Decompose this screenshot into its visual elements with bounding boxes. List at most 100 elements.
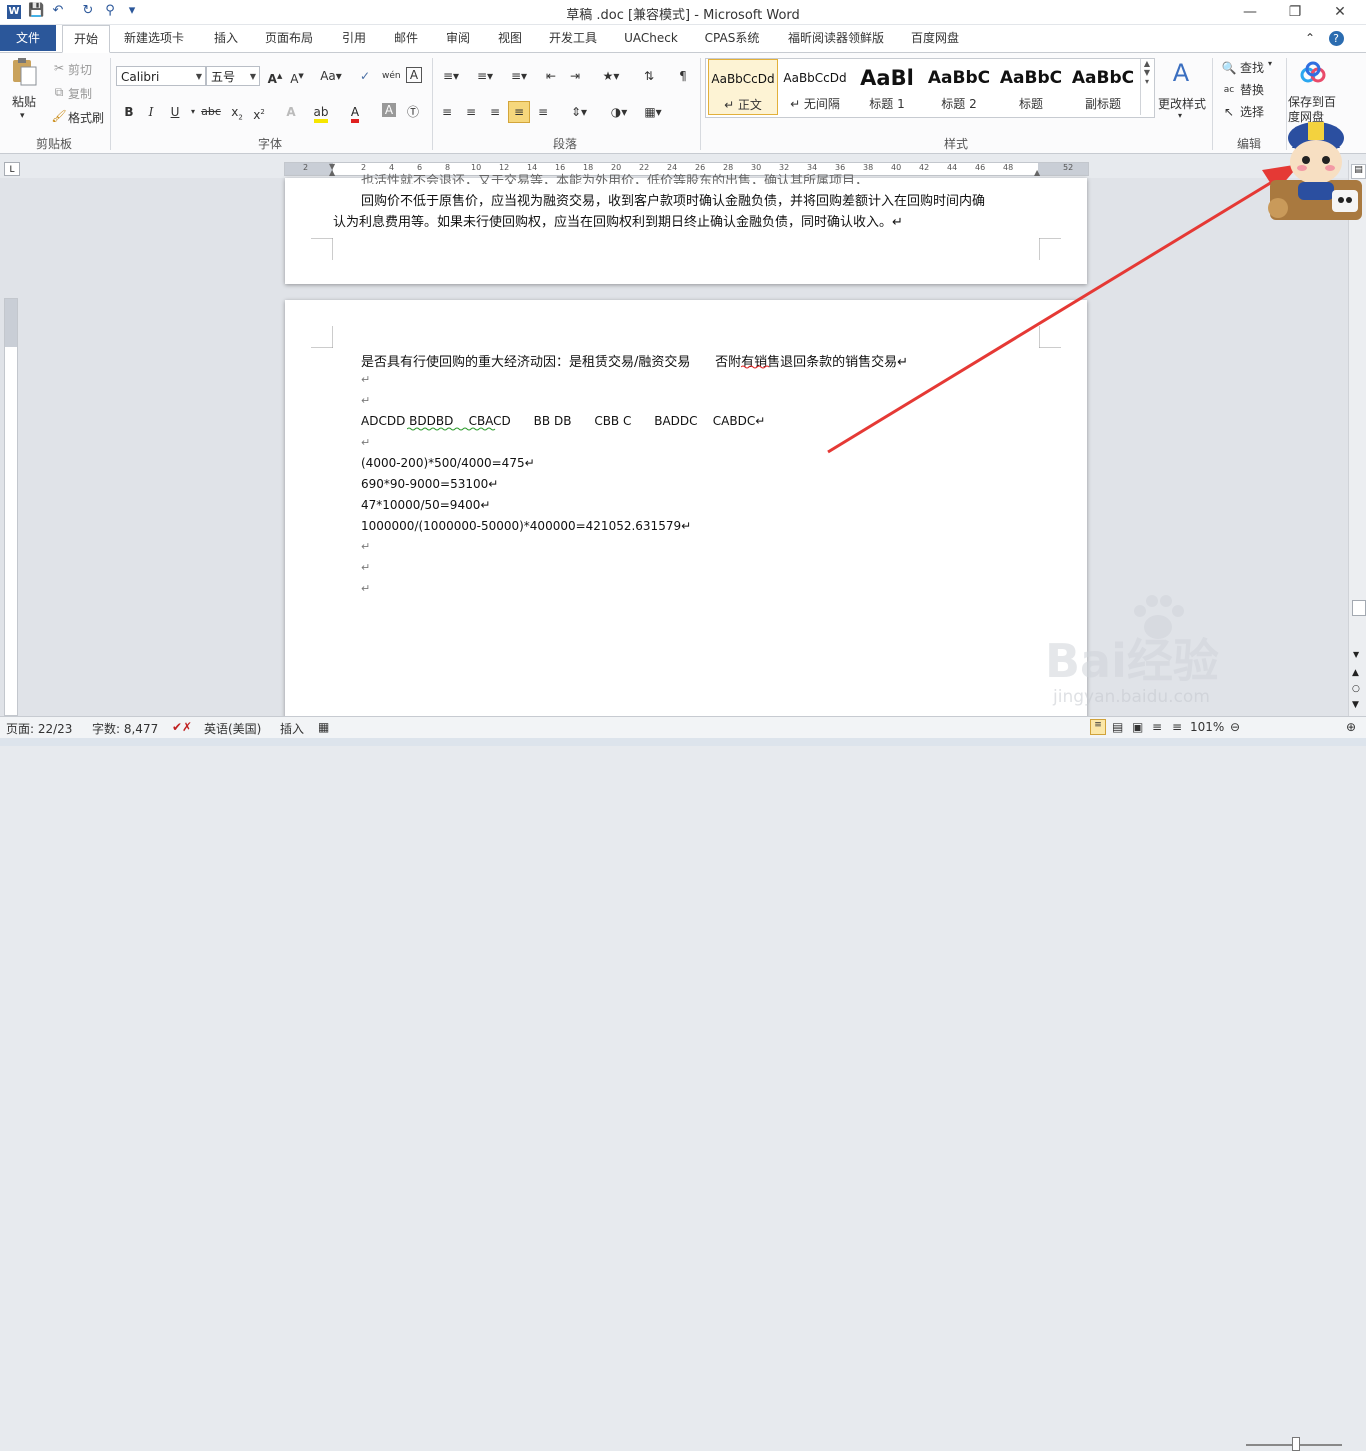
zoom-in-icon[interactable]: ⊕ <box>1346 720 1356 734</box>
vertical-scrollbar[interactable]: ▤ ▼ ▲ ○ ▼ <box>1348 160 1366 716</box>
char-border-icon[interactable]: A <box>406 67 422 83</box>
replace-label[interactable]: 替换 <box>1240 81 1264 98</box>
style-heading1[interactable]: AaBl 标题 1 <box>852 59 922 115</box>
tab-baidu-netdisk[interactable]: 百度网盘 <box>904 25 966 51</box>
scrollbar-thumb[interactable] <box>1352 600 1366 616</box>
copy-icon[interactable]: ⧉ <box>50 83 68 101</box>
full-screen-reading-icon[interactable]: ▤ <box>1112 720 1123 734</box>
cut-icon[interactable]: ✂ <box>50 59 68 77</box>
page-count[interactable]: 页面: 22/23 <box>6 720 72 737</box>
shading-icon[interactable]: ◑▾ <box>606 103 632 121</box>
next-page-icon[interactable]: ▼ <box>1352 700 1359 710</box>
shrink-font-icon[interactable]: A▼ <box>288 67 306 86</box>
distribute-icon[interactable]: ≡ <box>534 103 552 121</box>
collapse-ribbon-icon[interactable]: ⌃ <box>1300 25 1320 51</box>
enclose-char-icon[interactable]: Ⓣ <box>404 103 422 121</box>
underline-icon[interactable]: U <box>166 103 184 121</box>
format-painter-label[interactable]: 格式刷 <box>68 109 104 126</box>
page-2[interactable]: 是否具有行使回购的重大经济动因：是租赁交易/融资交易 否附有销售退回条款的销售交… <box>285 300 1087 720</box>
vertical-ruler[interactable] <box>4 298 18 716</box>
insert-mode[interactable]: 插入 <box>280 720 304 737</box>
baidu-netdisk-icon[interactable] <box>1298 61 1330 85</box>
tab-file[interactable]: 文件 <box>0 25 56 51</box>
char-shading-icon[interactable]: A <box>382 103 396 117</box>
chinese-layout-icon[interactable]: ★▾ <box>598 67 624 85</box>
copy-label[interactable]: 复制 <box>68 85 92 102</box>
select-label[interactable]: 选择 <box>1240 103 1264 120</box>
text-effects-icon[interactable]: A <box>282 103 300 121</box>
draft-view-icon[interactable]: ≡ <box>1172 720 1182 734</box>
tab-stop-selector-icon[interactable]: L <box>4 162 20 176</box>
font-color-icon[interactable]: A <box>346 103 364 123</box>
tab-new[interactable]: 新建选项卡 <box>118 25 190 51</box>
italic-icon[interactable]: I <box>142 103 160 121</box>
macro-record-icon[interactable]: ▦ <box>318 720 329 734</box>
tab-developer[interactable]: 开发工具 <box>542 25 604 51</box>
decrease-indent-icon[interactable]: ⇤ <box>542 67 560 85</box>
scroll-down-icon[interactable]: ▼ <box>1353 650 1359 659</box>
web-layout-icon[interactable]: ▣ <box>1132 720 1143 734</box>
highlight-icon[interactable]: ab <box>312 103 330 123</box>
tab-insert[interactable]: 插入 <box>206 25 246 51</box>
find-dropdown-icon[interactable]: ▾ <box>1268 59 1272 68</box>
change-styles-label[interactable]: 更改样式 <box>1158 95 1206 112</box>
font-size-select[interactable]: 五号 ▼ <box>206 66 260 86</box>
justify-icon[interactable]: ≡ <box>508 101 530 123</box>
change-case-icon[interactable]: Aa▾ <box>318 67 344 85</box>
tab-references[interactable]: 引用 <box>334 25 374 51</box>
print-layout-icon[interactable]: ≡ <box>1090 719 1106 735</box>
show-marks-icon[interactable]: ¶ <box>674 67 692 85</box>
align-left-icon[interactable]: ≡ <box>438 103 456 121</box>
zoom-level[interactable]: 101% <box>1190 720 1224 734</box>
find-label[interactable]: 查找 <box>1240 59 1264 76</box>
subscript-icon[interactable]: x2 <box>228 103 246 121</box>
strikethrough-icon[interactable]: abc <box>200 103 222 121</box>
superscript-icon[interactable]: x2 <box>250 103 268 122</box>
zoom-slider-thumb[interactable] <box>1292 1437 1300 1451</box>
style-heading2[interactable]: AaBbC 标题 2 <box>924 59 994 115</box>
bold-icon[interactable]: B <box>120 103 138 121</box>
change-styles-dropdown-icon[interactable]: ▾ <box>1178 111 1182 120</box>
restore-button[interactable]: ❐ <box>1273 0 1317 24</box>
sort-icon[interactable]: ⇅ <box>640 67 658 85</box>
format-painter-icon[interactable]: 🖌 <box>50 107 68 125</box>
cut-label[interactable]: 剪切 <box>68 61 92 78</box>
grow-font-icon[interactable]: A▲ <box>266 67 284 86</box>
proofing-icon[interactable]: ✔✗ <box>172 720 192 734</box>
replace-icon[interactable]: ac <box>1220 81 1238 99</box>
paste-icon[interactable] <box>10 57 38 87</box>
line-spacing-icon[interactable]: ⇕▾ <box>566 103 592 121</box>
multilevel-list-icon[interactable]: ≡▾ <box>506 67 532 85</box>
change-styles-icon[interactable]: A <box>1160 59 1202 91</box>
style-normal[interactable]: AaBbCcDd ↵ 正文 <box>708 59 778 115</box>
help-icon[interactable]: ? <box>1326 25 1346 51</box>
language[interactable]: 英语(美国) <box>204 720 261 737</box>
styles-scroll-icon[interactable]: ▲ ▼ ▾ <box>1140 59 1153 115</box>
tab-view[interactable]: 视图 <box>490 25 530 51</box>
zoom-out-icon[interactable]: ⊖ <box>1230 720 1240 734</box>
paste-dropdown-icon[interactable]: ▾ <box>20 111 25 121</box>
tab-mailings[interactable]: 邮件 <box>386 25 426 51</box>
tab-cpas[interactable]: CPAS系统 <box>698 25 766 51</box>
prev-page-icon[interactable]: ▲ <box>1352 668 1359 678</box>
style-subtitle[interactable]: AaBbC 副标题 <box>1068 59 1138 115</box>
outline-view-icon[interactable]: ≡ <box>1152 720 1162 734</box>
tab-foxit[interactable]: 福昕阅读器领鲜版 <box>780 25 892 51</box>
word-count[interactable]: 字数: 8,477 <box>92 720 158 737</box>
minimize-button[interactable]: — <box>1228 0 1272 24</box>
align-center-icon[interactable]: ≡ <box>462 103 480 121</box>
align-right-icon[interactable]: ≡ <box>486 103 504 121</box>
page-1[interactable]: 也活性就不会退还，又于交易等，本能为外用价，低价等股东的出售，确认其所属项目， … <box>285 174 1087 284</box>
bullets-icon[interactable]: ≡▾ <box>438 67 464 85</box>
tab-review[interactable]: 审阅 <box>438 25 478 51</box>
right-indent-marker[interactable]: ▲ <box>1034 168 1040 177</box>
tab-home[interactable]: 开始 <box>62 25 110 53</box>
numbering-icon[interactable]: ≡▾ <box>472 67 498 85</box>
browse-object-icon[interactable]: ○ <box>1352 684 1360 694</box>
paste-label[interactable]: 粘贴 <box>12 93 36 110</box>
hanging-indent-marker[interactable]: ▲ <box>329 168 335 177</box>
tab-page-layout[interactable]: 页面布局 <box>258 25 320 51</box>
clear-formatting-icon[interactable]: ✓ <box>356 67 374 85</box>
tab-uacheck[interactable]: UACheck <box>616 25 686 51</box>
find-icon[interactable]: 🔍 <box>1220 59 1238 77</box>
